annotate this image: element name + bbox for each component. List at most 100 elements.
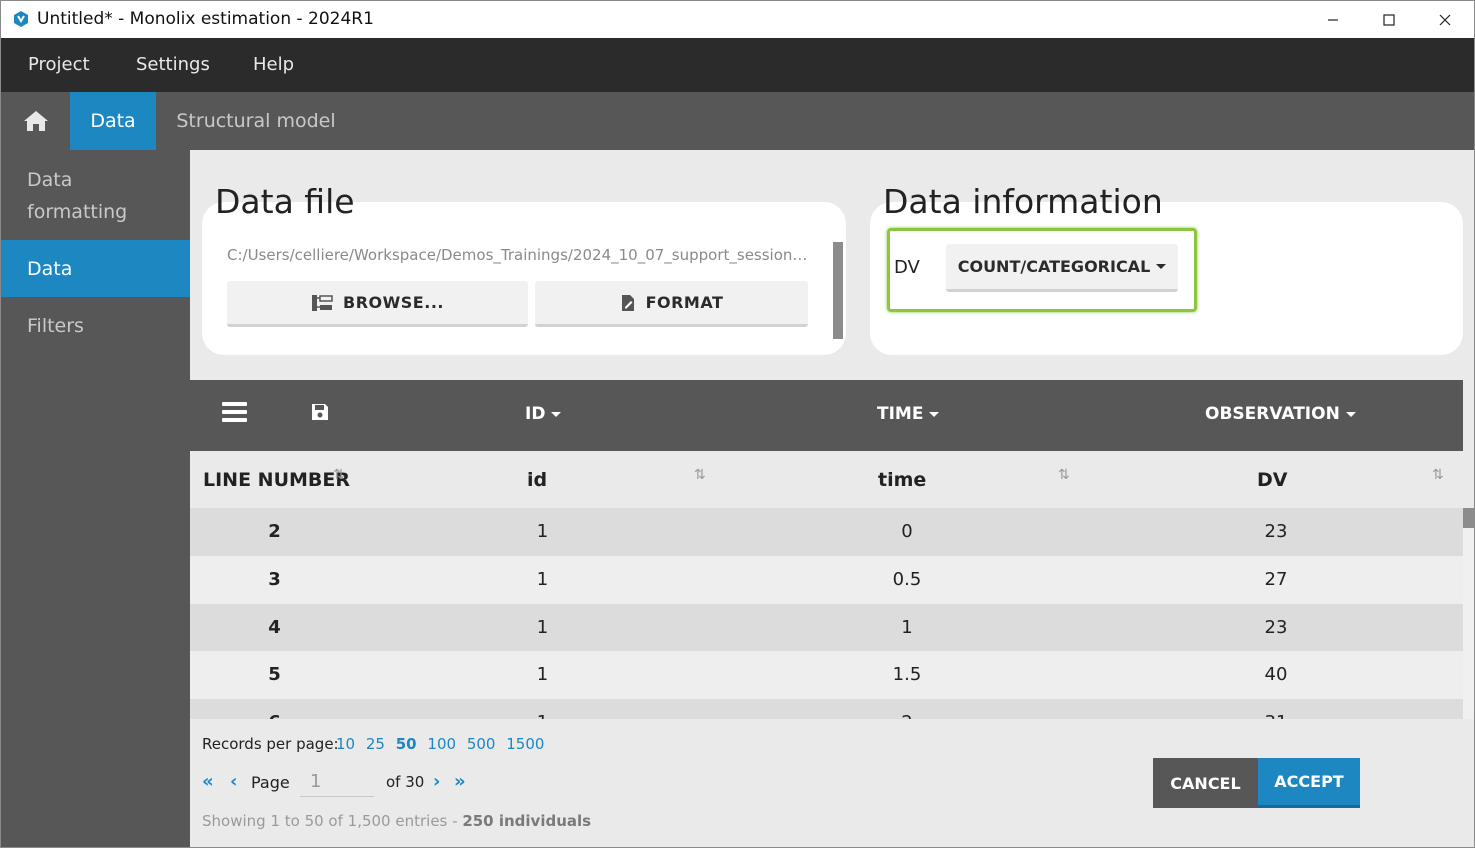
app-window: Untitled* - Monolix estimation - 2024R1 … <box>0 0 1475 848</box>
prev-page-icon[interactable]: ‹ <box>230 771 237 792</box>
column-type-id-label: ID <box>525 404 546 424</box>
minimize-icon[interactable] <box>1305 1 1361 38</box>
column-header-line-number[interactable]: LINE NUMBER <box>203 469 350 491</box>
accept-button[interactable]: ACCEPT <box>1258 758 1360 808</box>
cell-dv: 23 <box>1264 521 1288 542</box>
cell-id: 1 <box>536 569 549 590</box>
format-label: FORMAT <box>645 293 724 312</box>
menu-settings[interactable]: Settings <box>136 54 210 75</box>
column-type-time[interactable]: TIME <box>877 404 940 424</box>
cell-id: 1 <box>536 664 549 685</box>
data-file-path: C:/Users/celliere/Workspace/Demos_Traini… <box>227 246 812 264</box>
title-bar: Untitled* - Monolix estimation - 2024R1 <box>1 1 1474 38</box>
table-row[interactable]: 6 1 2 31 <box>190 699 1463 719</box>
sidebar-item-data-formatting[interactable]: Data formatting <box>1 164 141 228</box>
column-header-time[interactable]: time <box>878 469 926 491</box>
cell-dv: 23 <box>1264 617 1288 638</box>
table-body: 2 1 0 23 3 1 0.5 27 4 1 1 23 5 1 1.5 40 <box>190 508 1463 719</box>
menu-help[interactable]: Help <box>253 54 294 75</box>
sort-icon[interactable]: ⇅ <box>694 467 706 483</box>
maximize-icon[interactable] <box>1361 1 1417 38</box>
rpp-option-1500[interactable]: 1500 <box>506 735 544 753</box>
table-row[interactable]: 3 1 0.5 27 <box>190 556 1463 604</box>
window-title: Untitled* - Monolix estimation - 2024R1 <box>37 9 374 29</box>
data-information-card: DV COUNT/CATEGORICAL <box>870 202 1463 355</box>
menu-project[interactable]: Project <box>28 54 90 75</box>
page-number-input[interactable] <box>300 767 374 797</box>
monolix-logo-icon <box>14 11 28 27</box>
table-scrollbar-thumb[interactable] <box>1463 508 1474 528</box>
cell-line-number: 6 <box>252 712 297 719</box>
column-header-id[interactable]: id <box>527 469 547 491</box>
table-scrollbar[interactable] <box>1463 508 1474 719</box>
column-header-dv[interactable]: DV <box>1257 469 1287 491</box>
format-button[interactable]: FORMAT <box>535 281 808 327</box>
rpp-option-50[interactable]: 50 <box>396 735 417 753</box>
sort-icon[interactable]: ⇅ <box>1058 467 1070 483</box>
column-type-time-label: TIME <box>877 404 924 424</box>
page-count: of 30 <box>386 773 425 791</box>
cell-id: 1 <box>520 712 565 719</box>
rpp-option-10[interactable]: 10 <box>336 735 355 753</box>
cell-time: 1 <box>901 617 913 638</box>
cell-time: 0 <box>901 521 913 542</box>
column-type-observation[interactable]: OBSERVATION <box>1205 404 1356 424</box>
edit-file-icon <box>620 294 636 312</box>
rpp-option-100[interactable]: 100 <box>427 735 456 753</box>
data-file-card: C:/Users/celliere/Workspace/Demos_Traini… <box>202 202 846 355</box>
browse-label: BROWSE... <box>343 293 444 312</box>
cell-id: 1 <box>536 521 549 542</box>
table-row[interactable]: 4 1 1 23 <box>190 604 1463 652</box>
records-per-page-options: 10 25 50 100 500 1500 <box>336 735 550 753</box>
cell-time: 0.5 <box>892 569 922 590</box>
entries-summary-text: Showing 1 to 50 of 1,500 entries - <box>202 812 463 830</box>
table-column-headers: LINE NUMBER ⇅ id ⇅ time ⇅ DV ⇅ <box>190 451 1463 508</box>
data-file-title: Data file <box>215 182 355 221</box>
table-type-header: ID TIME OBSERVATION <box>190 380 1463 451</box>
cell-line-number: 2 <box>268 521 281 542</box>
save-icon[interactable] <box>310 402 330 426</box>
page-label: Page <box>251 773 290 792</box>
cancel-button[interactable]: CANCEL <box>1153 758 1258 808</box>
column-type-id[interactable]: ID <box>525 404 562 424</box>
cell-line-number: 4 <box>268 617 281 638</box>
sidebar: Data formatting Data Filters <box>1 150 190 847</box>
rpp-option-25[interactable]: 25 <box>366 735 385 753</box>
rpp-option-500[interactable]: 500 <box>467 735 496 753</box>
tab-data[interactable]: Data <box>70 92 156 150</box>
next-page-icon[interactable]: › <box>433 771 440 792</box>
records-per-page-label: Records per page: <box>202 735 339 753</box>
home-icon[interactable] <box>1 92 70 150</box>
tab-bar: Data Structural model <box>1 92 1474 150</box>
table-row[interactable]: 2 1 0 23 <box>190 508 1463 556</box>
cell-id: 1 <box>536 617 549 638</box>
file-card-scrollbar[interactable] <box>833 242 843 339</box>
browse-button[interactable]: BROWSE... <box>227 281 528 327</box>
first-page-icon[interactable]: « <box>202 771 214 792</box>
close-icon[interactable] <box>1417 1 1473 38</box>
cell-dv: 31 <box>1246 712 1306 719</box>
sidebar-item-data[interactable]: Data <box>1 240 190 297</box>
table-row[interactable]: 5 1 1.5 40 <box>190 651 1463 699</box>
sort-icon[interactable]: ⇅ <box>333 467 345 483</box>
last-page-icon[interactable]: » <box>454 771 466 792</box>
dv-type-label: COUNT/CATEGORICAL <box>957 257 1151 276</box>
sort-icon[interactable]: ⇅ <box>1432 467 1444 483</box>
main-content: C:/Users/celliere/Workspace/Demos_Traini… <box>190 150 1474 847</box>
cell-line-number: 5 <box>268 664 281 685</box>
cell-dv: 27 <box>1264 569 1288 590</box>
file-tree-icon <box>311 294 333 312</box>
pagination: Records per page: 10 25 50 100 500 1500 … <box>190 719 1474 847</box>
menu-icon[interactable] <box>222 402 247 426</box>
dv-type-dropdown[interactable]: COUNT/CATEGORICAL <box>946 244 1178 292</box>
cell-time: 1.5 <box>892 664 922 685</box>
caret-down-icon <box>551 411 562 417</box>
caret-down-icon <box>929 411 940 417</box>
data-information-title: Data information <box>883 182 1163 221</box>
tab-structural-model[interactable]: Structural model <box>156 92 356 150</box>
caret-down-icon <box>1156 264 1167 269</box>
caret-down-icon <box>1345 411 1356 417</box>
menu-bar: Project Settings Help <box>1 38 1474 92</box>
column-type-observation-label: OBSERVATION <box>1205 404 1340 424</box>
sidebar-item-filters[interactable]: Filters <box>1 310 190 342</box>
